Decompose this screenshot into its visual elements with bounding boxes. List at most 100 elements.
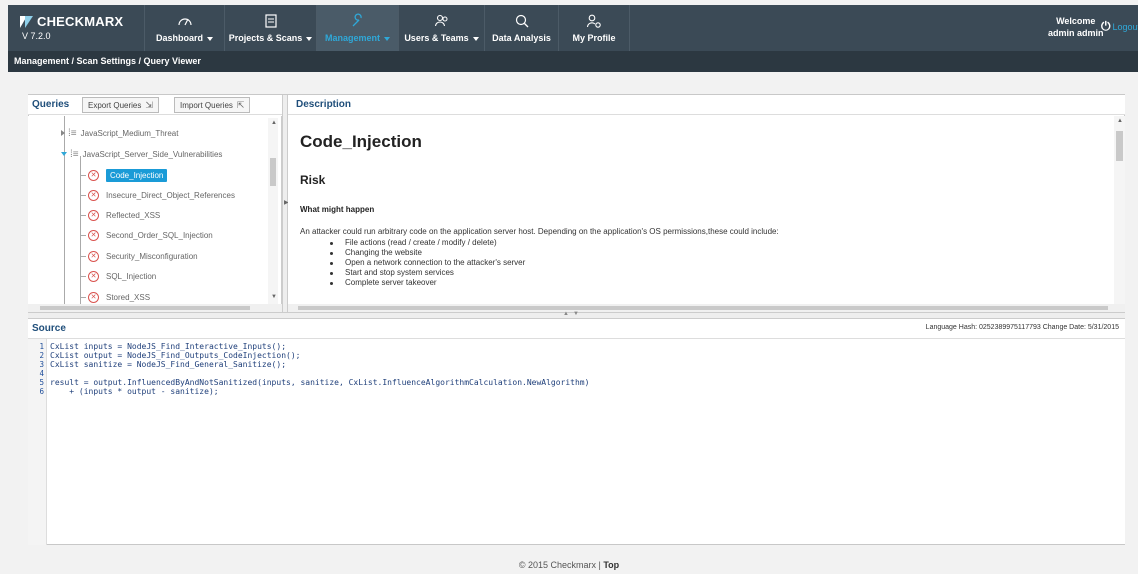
nav-management[interactable]: Management — [316, 5, 398, 51]
export-queries-label: Export Queries — [88, 100, 142, 110]
line-number: 4 — [39, 369, 44, 378]
code-line: + (inputs * output - sanitize); — [50, 387, 219, 396]
list-item: Complete server takeover — [330, 278, 525, 288]
tree-query-code-injection[interactable]: ✕ Code_Injection — [80, 166, 168, 184]
expand-arrow-icon[interactable] — [61, 130, 65, 136]
scroll-thumb[interactable] — [40, 306, 250, 310]
list-icon: ⁞≡ — [70, 148, 79, 160]
nav-dashboard[interactable]: Dashboard — [144, 5, 224, 51]
nav-projects-label: Projects & Scans — [228, 33, 303, 43]
description-vertical-scrollbar[interactable]: ▲ — [1114, 116, 1125, 304]
top-link[interactable]: Top — [603, 560, 619, 570]
scroll-up-icon[interactable]: ▲ — [1117, 118, 1123, 124]
query-heading: Code_Injection — [300, 132, 422, 151]
query-label: SQL_Injection — [106, 271, 157, 281]
error-icon: ✕ — [88, 169, 99, 181]
error-icon: ✕ — [88, 209, 99, 221]
chevron-down-icon — [384, 36, 390, 41]
scroll-thumb[interactable] — [1116, 131, 1123, 161]
queries-header: Queries Export Queries ⇲ Import Queries … — [28, 95, 282, 115]
tree-horizontal-scrollbar[interactable] — [28, 304, 282, 312]
line-number: 2 — [39, 351, 44, 360]
code-line: result = output.InfluencedByAndNotSaniti… — [50, 378, 590, 387]
welcome-text: Welcome admin admin — [1048, 15, 1104, 39]
error-icon: ✕ — [88, 250, 99, 262]
checkmarx-logo-icon — [20, 15, 33, 28]
queries-title: Queries — [32, 99, 70, 110]
tree-group-label: JavaScript_Server_Side_Vulnerabilities — [82, 149, 223, 159]
gauge-icon — [177, 18, 192, 26]
import-queries-button[interactable]: Import Queries ⇱ — [174, 97, 251, 113]
error-icon: ✕ — [88, 270, 99, 282]
line-number: 1 — [39, 342, 44, 351]
source-title: Source — [32, 323, 66, 334]
list-item: Open a network connection to the attacke… — [330, 258, 525, 268]
risk-paragraph: An attacker could run arbitrary code on … — [300, 227, 779, 236]
code-line: CxList output = NodeJS_Find_Outputs_Code… — [50, 351, 301, 360]
tree-query-second-order-sqli[interactable]: ✕ Second_Order_SQL_Injection — [80, 226, 213, 244]
users-icon — [434, 14, 447, 27]
import-queries-label: Import Queries — [180, 100, 233, 110]
nav-my-profile-label: My Profile — [572, 33, 616, 43]
chevron-down-icon — [306, 36, 313, 41]
nav-data-analysis-label: Data Analysis — [492, 33, 551, 43]
brand[interactable]: CHECKMARX V 7.2.0 — [20, 14, 123, 41]
nav-dashboard-label: Dashboard — [155, 33, 203, 43]
tree-vertical-scrollbar[interactable]: ▲ ▼ — [268, 118, 278, 304]
query-label: Code_Injection — [106, 168, 168, 182]
what-might-happen-heading: What might happen — [300, 205, 375, 214]
tree-query-idor[interactable]: ✕ Insecure_Direct_Object_References — [80, 186, 235, 204]
nav-users-label: Users & Teams — [404, 33, 469, 43]
source-code-editor[interactable]: 1 2 3 4 5 6 CxList inputs = NodeJS_Find_… — [28, 338, 1125, 545]
nav-management-label: Management — [324, 33, 380, 43]
scroll-thumb[interactable] — [270, 158, 276, 186]
line-number: 3 — [39, 360, 44, 369]
main-nav: Dashboard Projects & Scans Management Us… — [144, 5, 630, 51]
risk-heading: Risk — [300, 173, 326, 187]
brand-name: CHECKMARX — [37, 14, 124, 29]
nav-data-analysis[interactable]: Data Analysis — [484, 5, 558, 51]
query-label: Security_Misconfiguration — [106, 251, 198, 261]
import-icon: ⇱ — [236, 99, 245, 110]
scroll-thumb[interactable] — [298, 306, 1108, 310]
collapse-arrow-icon[interactable] — [61, 152, 67, 156]
logout-label: Logout — [1112, 21, 1138, 32]
chevron-down-icon — [472, 36, 479, 41]
line-number: 5 — [39, 378, 44, 387]
list-item: Changing the website — [330, 248, 525, 258]
logout-button[interactable]: ⏻ Logout — [1101, 19, 1138, 34]
tree-group-medium-threat[interactable]: ⁞≡ JavaScript_Medium_Threat — [61, 124, 178, 142]
magnifier-icon — [515, 14, 528, 28]
nav-projects-scans[interactable]: Projects & Scans — [224, 5, 316, 51]
copyright-text: © 2015 Checkmarx | — [518, 560, 604, 570]
query-label: Insecure_Direct_Object_References — [106, 190, 235, 200]
error-icon: ✕ — [88, 189, 99, 201]
tree-group-server-side[interactable]: ⁞≡ JavaScript_Server_Side_Vulnerabilitie… — [61, 145, 222, 163]
resize-arrows-icon[interactable]: ▲▼ — [563, 311, 583, 317]
tree-query-security-misconfiguration[interactable]: ✕ Security_Misconfiguration — [80, 247, 198, 265]
nav-my-profile[interactable]: My Profile — [558, 5, 630, 51]
horizontal-splitter[interactable]: ▲▼ — [28, 311, 1125, 319]
error-icon: ✕ — [88, 291, 99, 303]
query-label: Stored_XSS — [106, 292, 151, 302]
scroll-down-icon[interactable]: ▼ — [271, 294, 277, 300]
description-content: Code_Injection Risk What might happen An… — [288, 116, 1114, 304]
description-horizontal-scrollbar[interactable] — [288, 304, 1125, 312]
power-icon: ⏻ — [1101, 19, 1111, 33]
export-queries-button[interactable]: Export Queries ⇲ — [82, 97, 159, 113]
language-hash: Language Hash: 0252389975117793 Change D… — [925, 324, 1119, 331]
scroll-up-icon[interactable]: ▲ — [271, 120, 277, 126]
error-icon: ✕ — [88, 229, 99, 241]
query-label: Reflected_XSS — [106, 210, 161, 220]
nav-users-teams[interactable]: Users & Teams — [398, 5, 484, 51]
tree-group-label: JavaScript_Medium_Threat — [80, 128, 179, 138]
query-tree[interactable]: ⁞≡ JavaScript_Medium_Threat ⁞≡ JavaScrip… — [28, 116, 282, 312]
tree-query-reflected-xss[interactable]: ✕ Reflected_XSS — [80, 206, 160, 224]
tree-query-sql-injection[interactable]: ✕ SQL_Injection — [80, 267, 156, 285]
document-icon — [264, 14, 277, 28]
risk-list: File actions (read / create / modify / d… — [330, 238, 525, 288]
welcome-label: Welcome — [1056, 16, 1096, 26]
list-item: File actions (read / create / modify / d… — [330, 238, 525, 248]
wrench-icon — [352, 13, 362, 27]
source-header: Source Language Hash: 0252389975117793 C… — [28, 319, 1125, 338]
